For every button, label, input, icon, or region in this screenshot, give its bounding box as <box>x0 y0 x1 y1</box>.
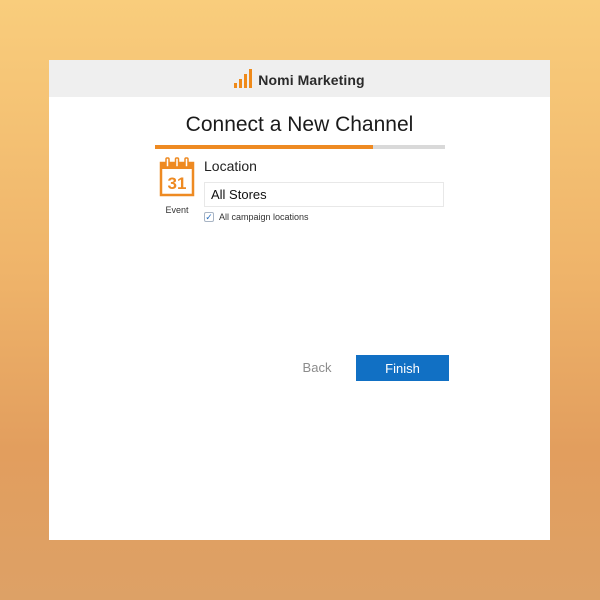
brand: Nomi Marketing <box>234 69 365 88</box>
channel-type-label: Event <box>165 205 189 215</box>
all-locations-option[interactable]: ✓ All campaign locations <box>204 212 309 222</box>
app-name: Nomi Marketing <box>258 72 365 88</box>
location-label: Location <box>204 158 257 174</box>
calendar-icon: 31 <box>159 157 195 197</box>
progress-fill <box>155 145 373 149</box>
progress-bar <box>155 145 445 149</box>
back-button[interactable]: Back <box>291 356 343 379</box>
location-input[interactable]: All Stores <box>204 182 444 207</box>
calendar-day-number: 31 <box>168 174 187 193</box>
all-locations-label: All campaign locations <box>219 212 309 222</box>
page-title: Connect a New Channel <box>185 113 414 136</box>
header-bar: Nomi Marketing <box>49 60 550 97</box>
location-input-value: All Stores <box>211 187 267 202</box>
bar-chart-logo-icon <box>234 69 253 88</box>
finish-button[interactable]: Finish <box>356 355 449 381</box>
checkmark-icon: ✓ <box>205 211 213 222</box>
all-locations-checkbox[interactable]: ✓ <box>204 212 214 222</box>
wizard-window: Nomi Marketing Connect a New Channel 31 … <box>49 60 550 540</box>
